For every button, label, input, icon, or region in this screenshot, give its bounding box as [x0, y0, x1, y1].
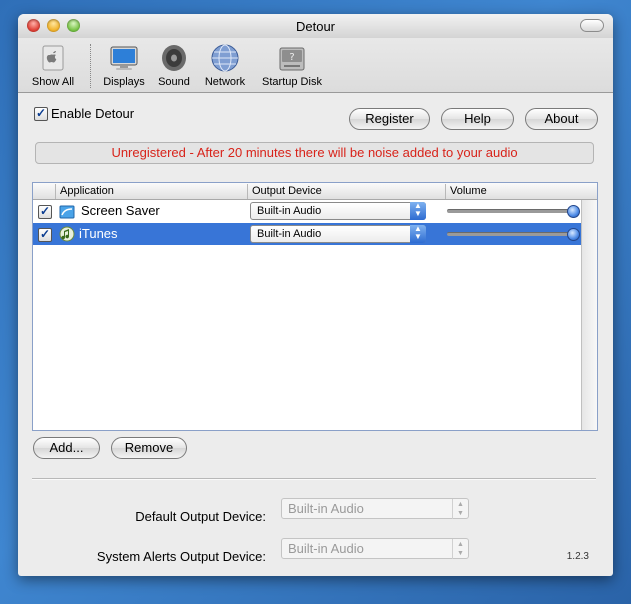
about-button[interactable]: About: [525, 108, 598, 130]
toolbar-label: Startup Disk: [262, 76, 322, 88]
enable-detour-checkbox[interactable]: ✓: [34, 107, 48, 121]
section-divider: [32, 478, 596, 480]
output-device-value: Built-in Audio: [257, 228, 322, 240]
table-row[interactable]: ✓ Screen Saver Built-in Audio ▲ ▼: [33, 200, 581, 222]
speaker-icon: [158, 42, 190, 74]
globe-icon: [209, 42, 241, 74]
preferences-pane: ✓ Enable Detour Register Help About Unre…: [18, 93, 613, 576]
version-label: 1.2.3: [566, 551, 589, 562]
app-name: iTunes: [79, 226, 118, 241]
select-arrows-icon: ▲ ▼: [410, 225, 426, 243]
alerts-output-value: Built-in Audio: [288, 541, 364, 556]
add-button[interactable]: Add...: [33, 437, 100, 459]
toolbar-sound[interactable]: Sound: [154, 42, 194, 88]
volume-slider[interactable]: [447, 209, 573, 213]
toolbar-label: Show All: [31, 76, 75, 88]
toolbar-network[interactable]: Network: [200, 42, 250, 88]
select-arrows-icon: ▲ ▼: [452, 499, 468, 519]
toolbar-show-all[interactable]: Show All: [26, 42, 80, 88]
unregistered-banner: Unregistered - After 20 minutes there wi…: [35, 142, 594, 164]
default-output-label: Default Output Device:: [135, 509, 266, 524]
toolbar-label: Displays: [103, 76, 145, 88]
toolbar-label: Network: [204, 76, 246, 88]
apple-icon: [37, 42, 69, 74]
default-output-value: Built-in Audio: [288, 501, 364, 516]
volume-slider[interactable]: [447, 232, 573, 236]
output-device-select[interactable]: Built-in Audio ▲ ▼: [250, 225, 426, 243]
screen-saver-icon: [59, 205, 75, 219]
remove-button[interactable]: Remove: [111, 437, 187, 459]
select-arrows-icon: ▲ ▼: [452, 539, 468, 559]
column-application[interactable]: Application: [55, 184, 250, 199]
toolbar-displays[interactable]: Displays: [98, 42, 150, 88]
help-button[interactable]: Help: [441, 108, 514, 130]
disk-icon: ?: [276, 42, 308, 74]
toolbar-separator: [90, 44, 91, 88]
volume-slider-knob[interactable]: [567, 228, 580, 241]
display-icon: [108, 42, 140, 74]
alerts-output-select[interactable]: Built-in Audio ▲ ▼: [281, 538, 469, 559]
output-device-select[interactable]: Built-in Audio ▲ ▼: [250, 202, 426, 220]
title-bar[interactable]: Detour: [18, 14, 613, 39]
register-button[interactable]: Register: [349, 108, 430, 130]
volume-slider-knob[interactable]: [567, 205, 580, 218]
svg-text:?: ?: [289, 52, 294, 63]
toolbar-label: Sound: [158, 76, 190, 88]
window-title: Detour: [295, 19, 336, 34]
table-header: Application Output Device Volume: [33, 183, 597, 200]
table-scrollbar[interactable]: [581, 200, 597, 430]
table-row[interactable]: ✓ iTunes Built-in Audio ▲ ▼: [33, 223, 581, 245]
toolbar: Show All Displays Sound Network ? Startu…: [18, 38, 613, 93]
enable-detour-label: Enable Detour: [51, 106, 135, 121]
select-arrows-icon: ▲ ▼: [410, 202, 426, 220]
app-name: Screen Saver: [81, 203, 160, 218]
itunes-icon: [59, 226, 75, 242]
row-enable-checkbox[interactable]: ✓: [38, 228, 52, 242]
toolbar-startup-disk[interactable]: ? Startup Disk: [256, 42, 328, 88]
row-enable-checkbox[interactable]: ✓: [38, 205, 52, 219]
column-output-device[interactable]: Output Device: [247, 184, 444, 199]
alerts-output-label: System Alerts Output Device:: [96, 549, 266, 564]
applications-table: Application Output Device Volume ✓ Scree…: [32, 182, 598, 431]
output-device-value: Built-in Audio: [257, 205, 322, 217]
detour-window: Detour Show All Displays Sound Network ?…: [18, 14, 613, 576]
default-output-select[interactable]: Built-in Audio ▲ ▼: [281, 498, 469, 519]
toolbar-toggle-button[interactable]: [580, 19, 604, 32]
column-volume[interactable]: Volume: [445, 184, 598, 199]
